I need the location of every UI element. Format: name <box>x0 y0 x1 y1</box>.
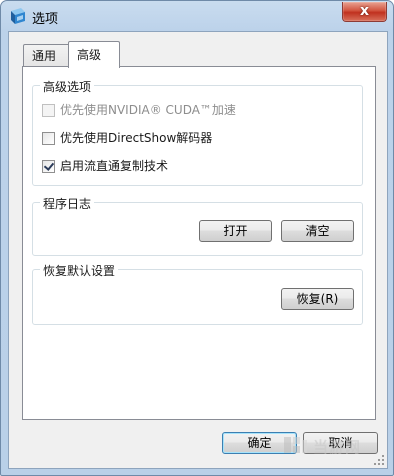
ok-button[interactable]: 确定 <box>222 432 297 454</box>
program-log-title: 程序日志 <box>40 195 95 212</box>
cuda-acceleration-label: 优先使用NVIDIA® CUDA™加速 <box>60 103 236 117</box>
close-icon: x <box>359 3 370 19</box>
program-log-group: 程序日志 打开 清空 <box>32 195 363 256</box>
window-title: 选项 <box>32 12 59 27</box>
advanced-options-title: 高级选项 <box>40 78 95 95</box>
title-bar[interactable]: 选项 x <box>1 1 393 31</box>
stream-passthrough-label: 启用流直通复制技术 <box>60 159 169 173</box>
dialog-client-area: 通用 高级 高级选项 优先使用NVIDIA® CUDA™加速 优先使用Direc… <box>8 31 388 469</box>
restore-defaults-button[interactable]: 恢复(R) <box>281 288 354 310</box>
options-dialog: 选项 x 通用 高级 高级选项 优先使用NVIDIA® CUDA™加速 优先使用… <box>0 0 394 476</box>
tab-advanced[interactable]: 高级 <box>68 41 120 68</box>
checkbox-unchecked-icon <box>42 104 55 117</box>
open-log-button[interactable]: 打开 <box>199 220 272 242</box>
resize-grip-icon[interactable] <box>373 454 385 466</box>
directshow-decoder-label: 优先使用DirectShow解码器 <box>60 131 213 145</box>
checkbox-checked-icon <box>42 160 55 173</box>
cancel-button[interactable]: 取消 <box>303 432 378 454</box>
app-icon <box>11 8 25 24</box>
reset-defaults-group: 恢复默认设置 恢复(R) <box>32 262 363 325</box>
clear-log-button[interactable]: 清空 <box>281 220 354 242</box>
tab-general[interactable]: 通用 <box>23 44 73 67</box>
reset-defaults-title: 恢复默认设置 <box>40 262 119 279</box>
close-button[interactable]: x <box>342 2 387 22</box>
advanced-tab-panel: 高级选项 优先使用NVIDIA® CUDA™加速 优先使用DirectShow解… <box>22 66 376 420</box>
checkbox-unchecked-icon <box>42 132 55 145</box>
advanced-options-group: 高级选项 优先使用NVIDIA® CUDA™加速 优先使用DirectShow解… <box>32 78 363 186</box>
